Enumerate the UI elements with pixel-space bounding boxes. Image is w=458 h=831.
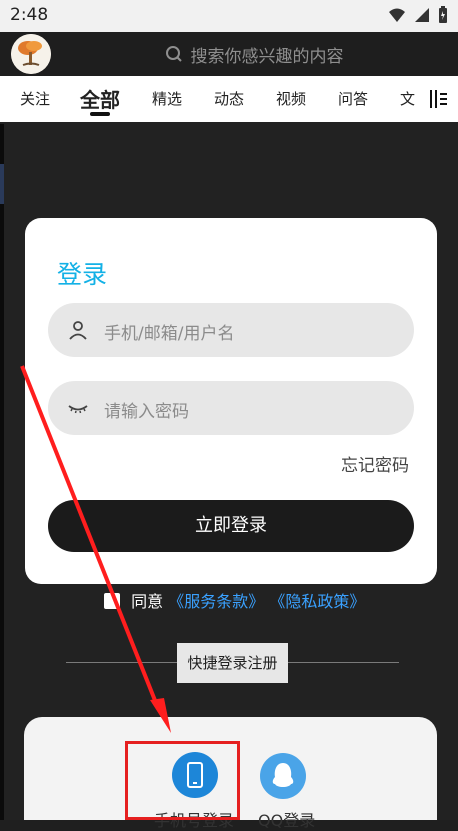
- category-tabs: 关注 全部 精选 动态 视频 问答 文: [0, 76, 458, 122]
- tab-video[interactable]: 视频: [276, 88, 306, 109]
- tab-article[interactable]: 文: [400, 88, 415, 109]
- search-icon: [165, 46, 182, 62]
- terms-link[interactable]: 《服务条款》: [168, 592, 264, 611]
- left-divider: [66, 662, 177, 663]
- tab-featured[interactable]: 精选: [152, 88, 182, 109]
- left-edge-strip: [0, 124, 4, 820]
- right-divider: [288, 662, 399, 663]
- wifi-icon: [389, 8, 405, 22]
- qq-login-label: QQ登录: [258, 811, 316, 830]
- qq-login-button[interactable]: [260, 753, 306, 799]
- tab-follow[interactable]: 关注: [20, 88, 50, 109]
- active-tab-indicator: [90, 112, 110, 116]
- avatar[interactable]: [11, 34, 51, 74]
- password-placeholder: 请输入密码: [104, 402, 189, 422]
- login-title: 登录: [57, 260, 108, 289]
- login-card: 登录 手机/邮箱/用户名 请输入密码 忘记密码 立即登录: [25, 218, 437, 584]
- quick-login-register-button[interactable]: 快捷登录注册: [177, 643, 288, 683]
- agreement-row: 同意 《服务条款》 《隐私政策》: [104, 588, 365, 612]
- menu-icon[interactable]: [428, 88, 448, 110]
- tab-qa[interactable]: 问答: [338, 88, 368, 109]
- search-bar[interactable]: 搜索你感兴趣的内容: [62, 36, 446, 72]
- signal-icon: [415, 8, 429, 22]
- search-placeholder: 搜索你感兴趣的内容: [190, 46, 344, 67]
- hidden-eye-icon: [68, 405, 88, 414]
- app-header: 搜索你感兴趣的内容: [0, 32, 458, 76]
- user-icon: [69, 321, 87, 340]
- status-bar: 2:48: [0, 0, 458, 32]
- tab-all[interactable]: 全部: [80, 84, 120, 113]
- battery-icon: [439, 6, 447, 23]
- forgot-password-link[interactable]: 忘记密码: [341, 451, 409, 476]
- username-field[interactable]: 手机/邮箱/用户名: [48, 303, 414, 357]
- status-time: 2:48: [10, 5, 49, 25]
- tab-dynamic[interactable]: 动态: [214, 88, 244, 109]
- login-button[interactable]: 立即登录: [48, 500, 414, 552]
- highlight-box: [125, 741, 240, 820]
- username-placeholder: 手机/邮箱/用户名: [104, 324, 235, 344]
- agree-text: 同意: [131, 592, 164, 611]
- agreement-checkbox[interactable]: [104, 593, 120, 609]
- tree-avatar-icon: [11, 34, 51, 74]
- privacy-link[interactable]: 《隐私政策》: [269, 592, 365, 611]
- qq-icon: [272, 763, 294, 787]
- status-icons: [388, 6, 448, 24]
- password-field[interactable]: 请输入密码: [48, 381, 414, 435]
